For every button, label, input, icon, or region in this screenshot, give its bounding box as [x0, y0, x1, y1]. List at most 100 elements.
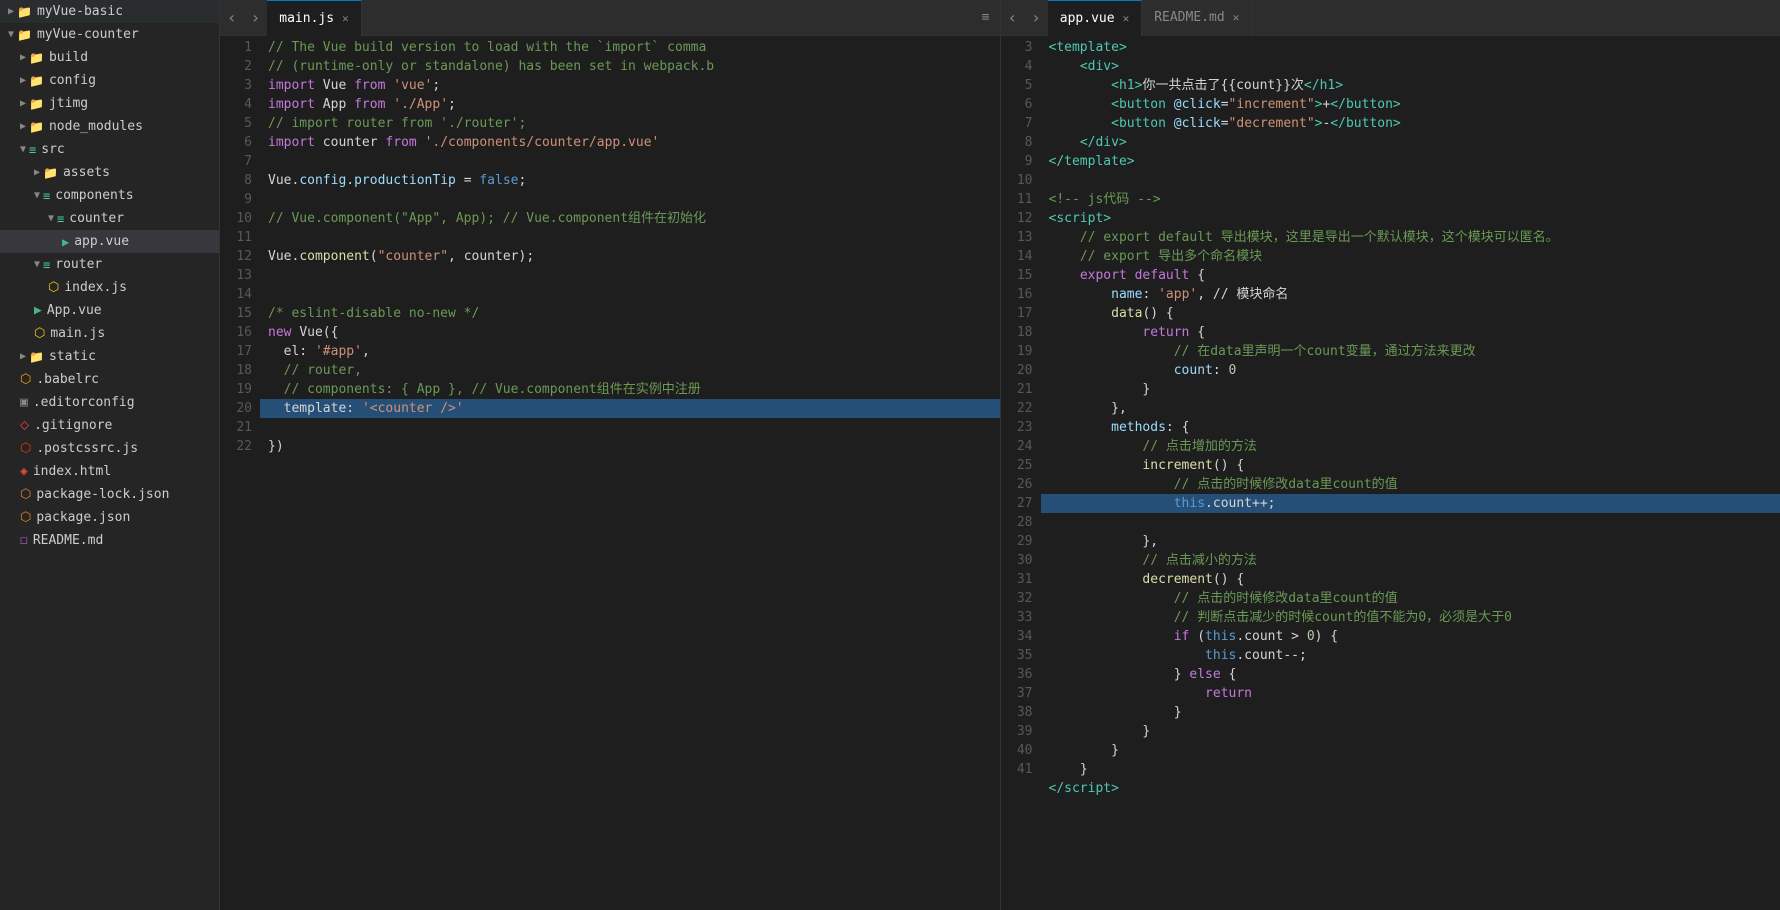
- sidebar-label: package-lock.json: [36, 487, 169, 502]
- chevron-down-icon: ▼: [34, 190, 40, 201]
- left-code-area[interactable]: 1234 5678 9101112 13141516 17181920 2122…: [220, 36, 1000, 910]
- tab-close-button[interactable]: ✕: [342, 12, 349, 25]
- js-file-icon: ⬡: [48, 280, 59, 295]
- tab-label: app.vue: [1060, 11, 1115, 26]
- chevron-right-icon: ▶: [20, 75, 26, 86]
- sidebar-label: App.vue: [47, 303, 102, 318]
- sidebar-item-editorconfig[interactable]: ▣ .editorconfig: [0, 391, 219, 414]
- sidebar-item-myvue-basic[interactable]: ▶ 📁 myVue-basic: [0, 0, 219, 23]
- sidebar-label: build: [49, 50, 88, 65]
- sidebar-label: config: [49, 73, 96, 88]
- sidebar-label: jtimg: [49, 96, 88, 111]
- line-numbers: 3456 78910 11121314 15161718 19202122 23…: [1001, 36, 1041, 910]
- chevron-right-icon: ▶: [20, 121, 26, 132]
- sidebar-label: .postcssrc.js: [36, 441, 138, 456]
- folder-icon: 📁: [29, 74, 44, 88]
- tab-readme[interactable]: README.md ✕: [1142, 0, 1252, 36]
- sidebar-item-build[interactable]: ▶ 📁 build: [0, 46, 219, 69]
- folder-icon: 📁: [43, 166, 58, 180]
- chevron-right-icon: ▶: [20, 52, 26, 63]
- sidebar-item-package-json[interactable]: ⬡ package.json: [0, 506, 219, 529]
- sidebar-item-App-vue[interactable]: ▶ App.vue: [0, 299, 219, 322]
- editors-container: ‹ › main.js ✕ ≡ 1234 5678 9101112 131415…: [220, 0, 1780, 910]
- folder-icon: 📁: [29, 51, 44, 65]
- sidebar-label: .gitignore: [34, 418, 112, 433]
- sidebar-item-main-js[interactable]: ⬡ main.js: [0, 322, 219, 345]
- sidebar-label: node_modules: [49, 119, 143, 134]
- sidebar-label: index.html: [33, 464, 111, 479]
- chevron-right-icon: ▶: [20, 351, 26, 362]
- sidebar-label: components: [55, 188, 133, 203]
- sidebar-item-counter[interactable]: ▼ ≡ counter: [0, 207, 219, 230]
- chevron-down-icon: ▼: [48, 213, 54, 224]
- tab-close-button[interactable]: ✕: [1123, 12, 1130, 25]
- left-nav-next[interactable]: ›: [244, 8, 268, 27]
- tab-label: main.js: [279, 11, 334, 26]
- sidebar-item-jtimg[interactable]: ▶ 📁 jtimg: [0, 92, 219, 115]
- tab-label: README.md: [1154, 10, 1224, 25]
- html-icon: ◈: [20, 464, 28, 479]
- sidebar-item-babelrc[interactable]: ⬡ .babelrc: [0, 368, 219, 391]
- vue-file-icon: ▶: [62, 235, 69, 249]
- chevron-down-icon: ▼: [20, 144, 26, 155]
- js-file-icon: ⬡: [34, 326, 45, 341]
- sidebar-item-readme[interactable]: ◻ README.md: [0, 529, 219, 552]
- sidebar-label: .babelrc: [36, 372, 99, 387]
- sidebar-label: .editorconfig: [33, 395, 135, 410]
- babelrc-icon: ⬡: [20, 372, 31, 387]
- sidebar-item-static[interactable]: ▶ 📁 static: [0, 345, 219, 368]
- chevron-down-icon: ▼: [8, 29, 14, 40]
- line-numbers: 1234 5678 9101112 13141516 17181920 2122: [220, 36, 260, 910]
- sidebar-item-app-vue[interactable]: ▶ app.vue: [0, 230, 219, 253]
- right-nav-next[interactable]: ›: [1024, 8, 1048, 27]
- left-code-content: // The Vue build version to load with th…: [260, 36, 1000, 910]
- sidebar-item-node-modules[interactable]: ▶ 📁 node_modules: [0, 115, 219, 138]
- sidebar-label: static: [49, 349, 96, 364]
- sidebar-label: index.js: [64, 280, 127, 295]
- sidebar: ▶ 📁 myVue-basic ▼ 📁 myVue-counter ▶ 📁 bu…: [0, 0, 220, 910]
- tab-menu-button[interactable]: ≡: [972, 10, 1000, 25]
- right-editor-pane: ‹ › app.vue ✕ README.md ✕ 3456 78910 111…: [1001, 0, 1780, 910]
- sidebar-item-postcssrc[interactable]: ⬡ .postcssrc.js: [0, 437, 219, 460]
- sidebar-label: myVue-counter: [37, 27, 139, 42]
- md-icon: ◻: [20, 533, 28, 548]
- folder-src-icon: ≡: [29, 143, 36, 157]
- sidebar-label: package.json: [36, 510, 130, 525]
- sidebar-item-router[interactable]: ▼ ≡ router: [0, 253, 219, 276]
- sidebar-item-config[interactable]: ▶ 📁 config: [0, 69, 219, 92]
- folder-icon: 📁: [29, 120, 44, 134]
- chevron-right-icon: ▶: [34, 167, 40, 178]
- sidebar-label: README.md: [33, 533, 103, 548]
- sidebar-item-src[interactable]: ▼ ≡ src: [0, 138, 219, 161]
- sidebar-item-components[interactable]: ▼ ≡ components: [0, 184, 219, 207]
- left-nav-prev[interactable]: ‹: [220, 8, 244, 27]
- sidebar-item-index-html[interactable]: ◈ index.html: [0, 460, 219, 483]
- json-icon: ⬡: [20, 487, 31, 502]
- tab-close-button[interactable]: ✕: [1233, 11, 1240, 24]
- left-tab-bar: ‹ › main.js ✕ ≡: [220, 0, 1000, 36]
- sidebar-item-package-lock[interactable]: ⬡ package-lock.json: [0, 483, 219, 506]
- sidebar-item-gitignore[interactable]: ⬦ .gitignore: [0, 414, 219, 437]
- right-code-area[interactable]: 3456 78910 11121314 15161718 19202122 23…: [1001, 36, 1780, 910]
- sidebar-label: counter: [69, 211, 124, 226]
- folder-icon: 📁: [29, 97, 44, 111]
- sidebar-item-myvue-counter[interactable]: ▼ 📁 myVue-counter: [0, 23, 219, 46]
- right-code-content: <template> <div> <h1>你一共点击了{{count}}次</h…: [1041, 36, 1780, 910]
- folder-src-icon: ≡: [43, 189, 50, 203]
- folder-icon: 📁: [17, 28, 32, 42]
- postcss-icon: ⬡: [20, 441, 31, 456]
- sidebar-label: src: [41, 142, 64, 157]
- sidebar-label: router: [55, 257, 102, 272]
- sidebar-label: main.js: [50, 326, 105, 341]
- right-nav-prev[interactable]: ‹: [1001, 8, 1025, 27]
- folder-icon: 📁: [29, 350, 44, 364]
- sidebar-label: app.vue: [74, 234, 129, 249]
- tab-main-js[interactable]: main.js ✕: [267, 0, 361, 36]
- json-icon: ⬡: [20, 510, 31, 525]
- sidebar-item-index-js[interactable]: ⬡ index.js: [0, 276, 219, 299]
- editorconfig-icon: ▣: [20, 395, 28, 410]
- git-icon: ⬦: [20, 418, 29, 433]
- sidebar-item-assets[interactable]: ▶ 📁 assets: [0, 161, 219, 184]
- vue-file-icon: ▶: [34, 303, 42, 318]
- tab-app-vue[interactable]: app.vue ✕: [1048, 0, 1142, 36]
